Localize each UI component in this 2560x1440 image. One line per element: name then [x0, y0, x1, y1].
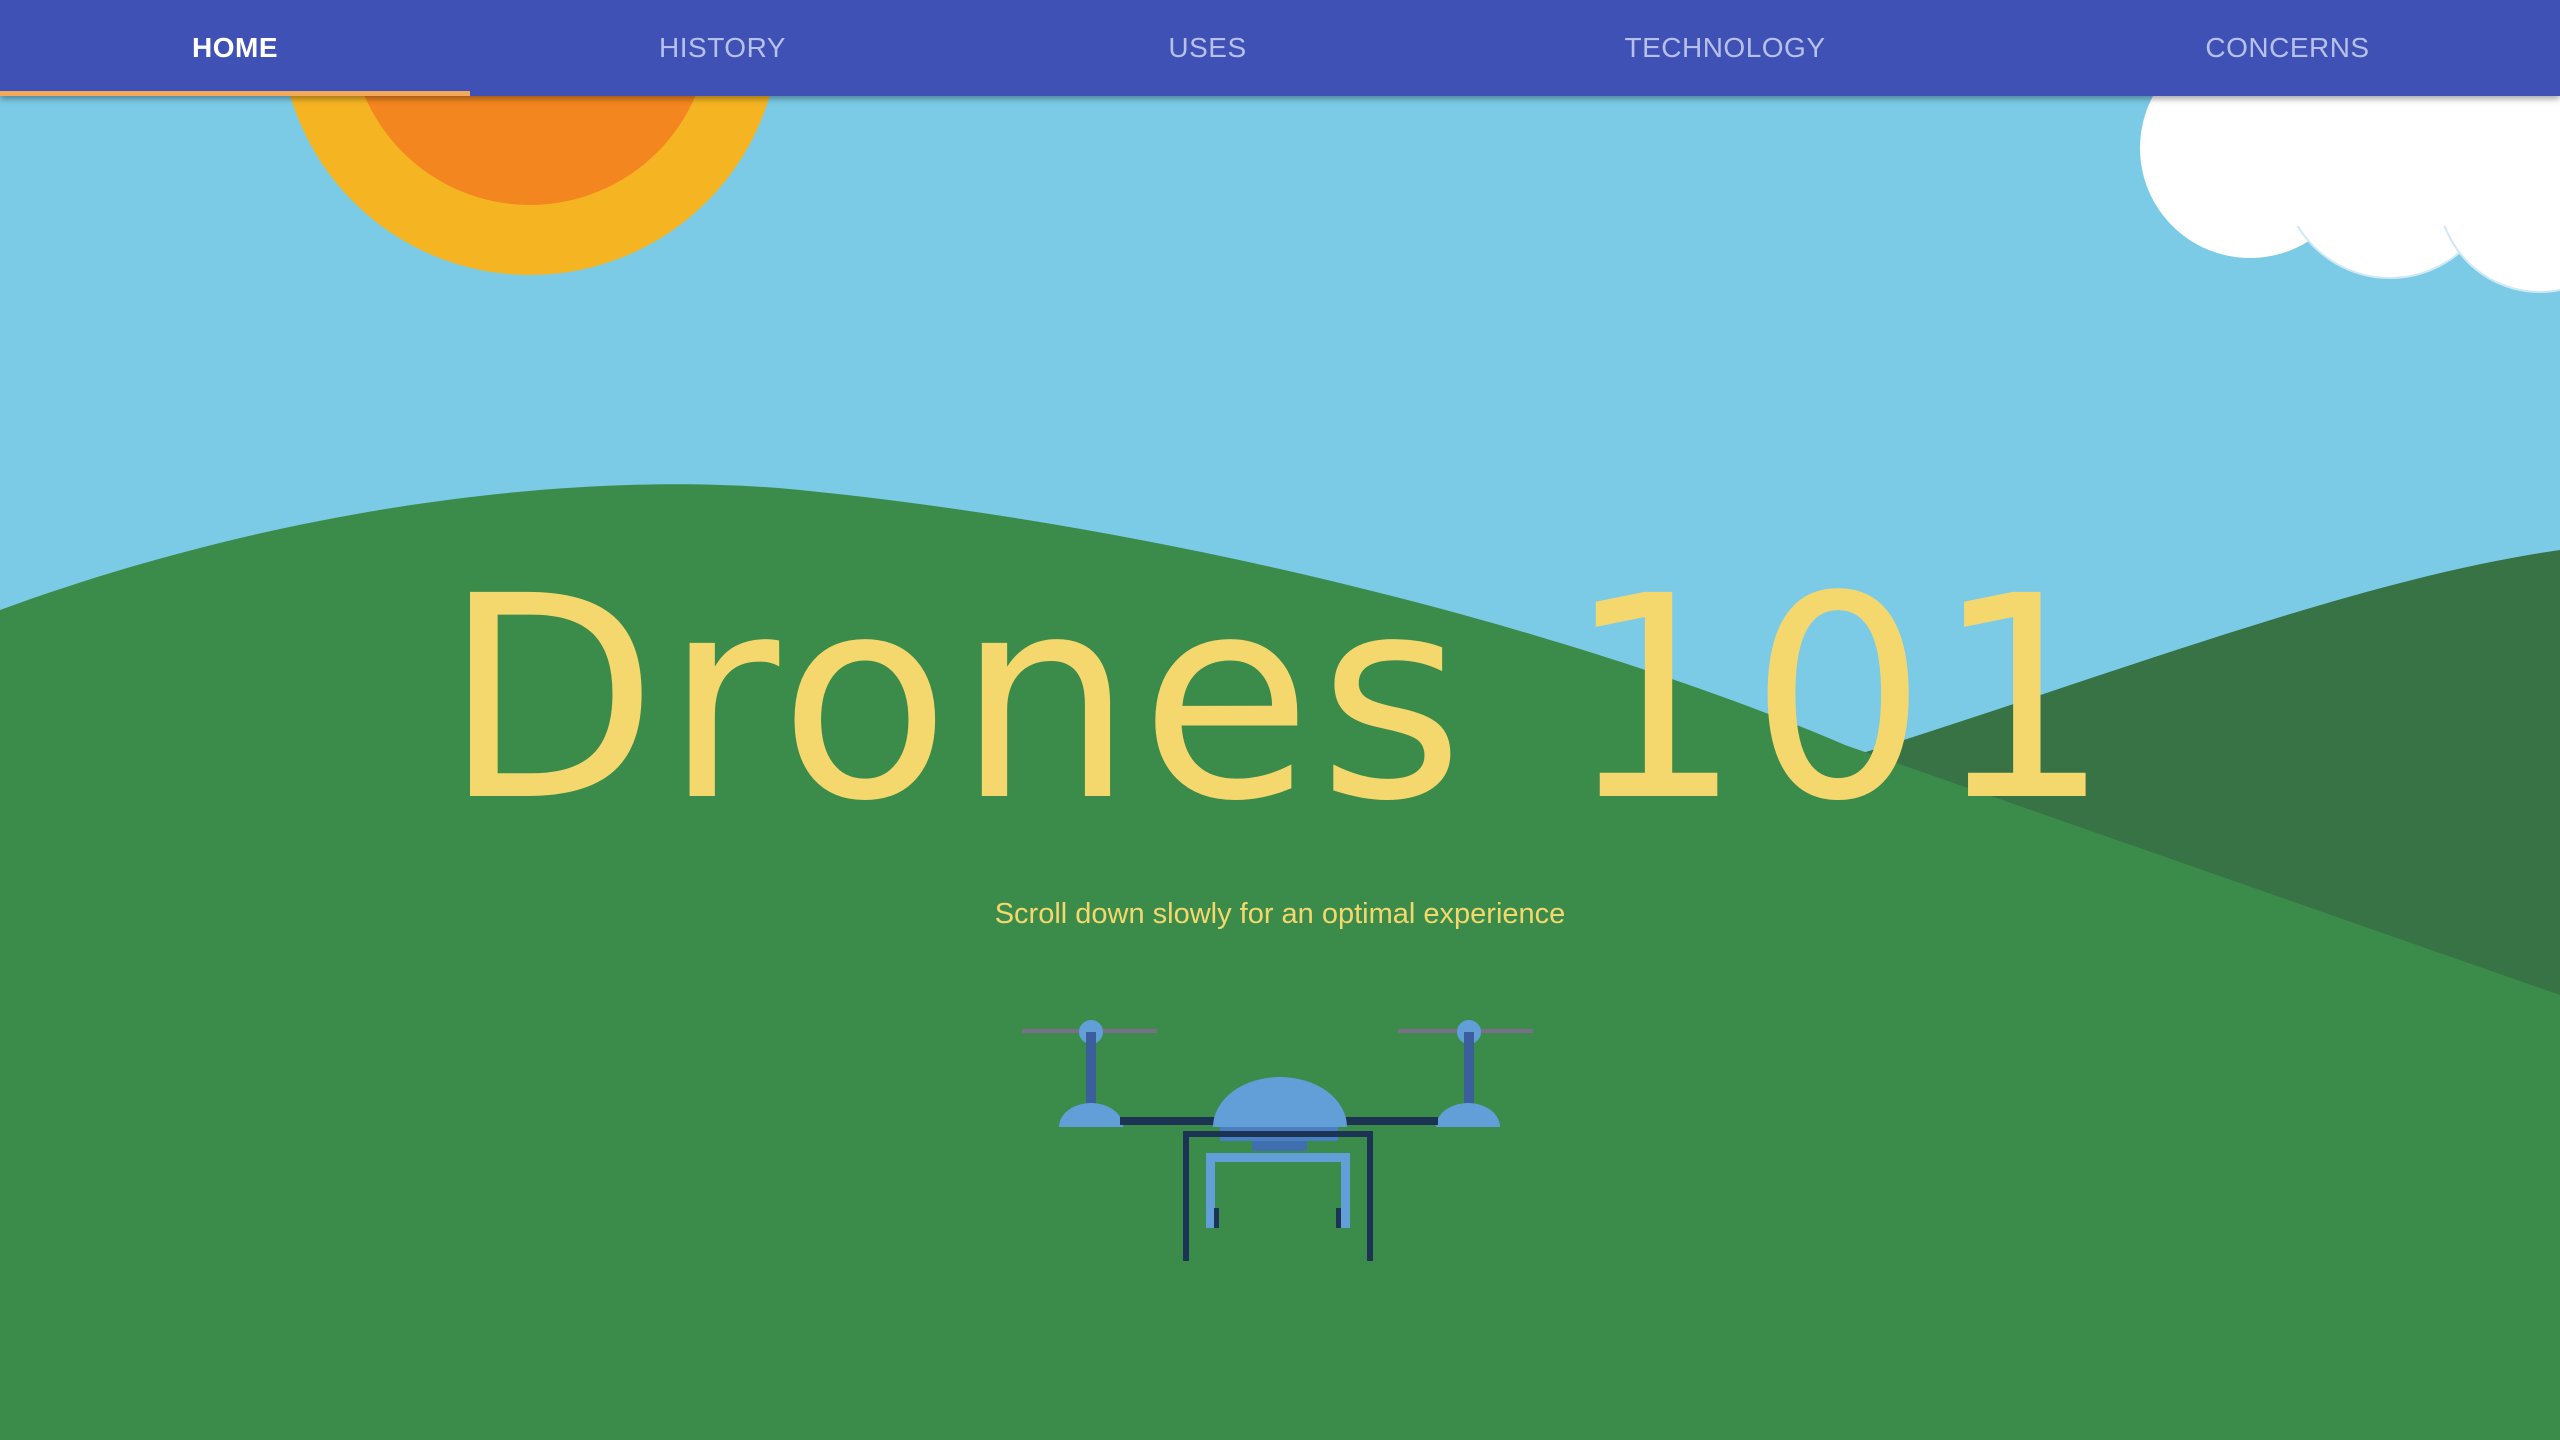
- active-tab-indicator: [0, 91, 470, 96]
- nav-tab-uses[interactable]: USES: [975, 0, 1440, 96]
- nav-tab-technology[interactable]: TECHNOLOGY: [1440, 0, 2010, 96]
- nav-tab-history[interactable]: HISTORY: [470, 0, 975, 96]
- page-title: Drones 101: [442, 537, 2118, 863]
- nav-tab-concerns[interactable]: CONCERNS: [2010, 0, 2560, 96]
- page-subtitle: Scroll down slowly for an optimal experi…: [994, 898, 1566, 930]
- nav-tab-home[interactable]: HOME: [0, 0, 470, 96]
- page: HOME HISTORY USES TECHNOLOGY CONCERNS Dr…: [0, 0, 2560, 1440]
- top-navigation: HOME HISTORY USES TECHNOLOGY CONCERNS: [0, 0, 2560, 96]
